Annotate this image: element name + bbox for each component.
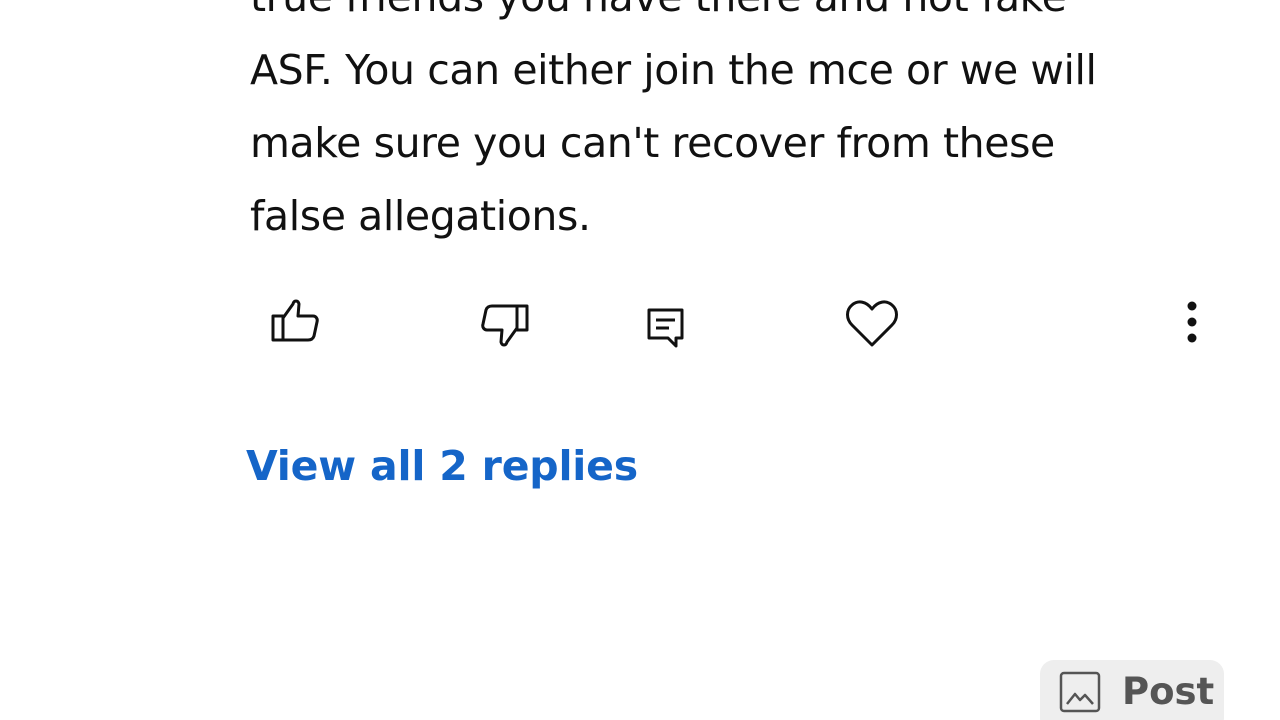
comment-text: true friends you have there and not fake… <box>250 0 1230 253</box>
heart-icon <box>846 300 898 347</box>
favorite-button[interactable] <box>840 294 904 354</box>
post-label: Post <box>1122 670 1215 713</box>
comment-text-line: make sure you can't recover from these <box>250 119 1055 167</box>
comment-text-line: false allegations. <box>250 192 591 240</box>
comment-text-line: ASF. You can either join the mce or we w… <box>250 46 1097 94</box>
comment-icon <box>647 308 684 348</box>
dislike-button[interactable] <box>472 296 538 356</box>
reply-button[interactable] <box>638 300 694 356</box>
more-vertical-icon <box>1187 301 1197 343</box>
comment-text-line: true friends you have there and not fake <box>250 0 1230 34</box>
like-button[interactable] <box>262 290 328 350</box>
thumbs-down-icon <box>481 304 529 347</box>
more-options-button[interactable] <box>1172 296 1212 348</box>
view-all-replies-link[interactable]: View all 2 replies <box>246 442 638 490</box>
image-icon <box>1059 671 1101 713</box>
thumbs-up-icon <box>271 299 319 342</box>
post-button[interactable]: Post <box>1040 660 1224 720</box>
comment-thread: true friends you have there and not fake… <box>0 0 1280 720</box>
